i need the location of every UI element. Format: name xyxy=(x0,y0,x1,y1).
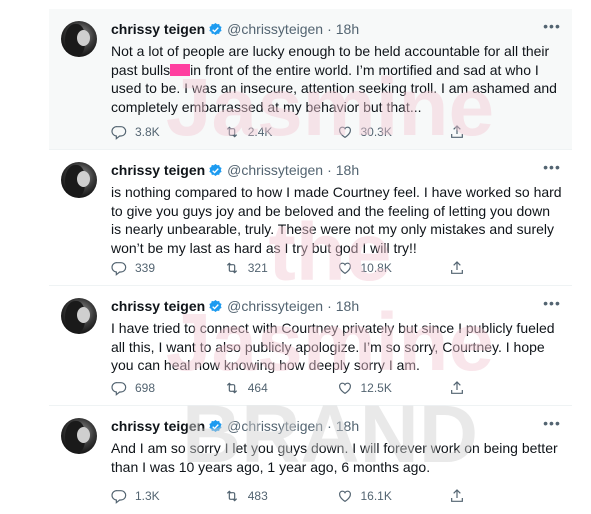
separator: · xyxy=(327,162,332,178)
share-icon xyxy=(451,489,464,502)
avatar[interactable] xyxy=(61,162,97,198)
tweet-time[interactable]: 18h xyxy=(336,418,359,434)
tweet-actions: 1.3K 483 16.1K xyxy=(111,486,562,506)
tweet-actions: 698 464 12.5K xyxy=(111,378,562,398)
reply-count: 339 xyxy=(135,261,156,275)
like-count: 10.8K xyxy=(360,261,392,275)
tweet-time[interactable]: 18h xyxy=(336,298,359,314)
like-button[interactable]: 12.5K xyxy=(337,380,450,396)
author-handle[interactable]: @chrissyteigen xyxy=(227,162,323,178)
reply-count: 698 xyxy=(135,381,156,395)
avatar[interactable] xyxy=(61,418,97,454)
author-handle[interactable]: @chrissyteigen xyxy=(227,298,323,314)
retweet-button[interactable]: 464 xyxy=(224,380,337,396)
author-name[interactable]: chrissy teigen xyxy=(111,418,205,434)
retweet-icon xyxy=(226,262,237,274)
like-count: 12.5K xyxy=(360,381,392,395)
avatar[interactable] xyxy=(61,21,97,57)
reply-button[interactable]: 1.3K xyxy=(111,488,224,504)
share-icon xyxy=(451,381,464,394)
reply-count: 1.3K xyxy=(135,489,160,503)
redaction-mark xyxy=(170,63,191,76)
tweet-text: is nothing compared to how I made Courtn… xyxy=(111,184,562,256)
tweet-time[interactable]: 18h xyxy=(336,21,359,37)
tweet-thread: chrissy teigen @chrissyteigen · 18h ••• … xyxy=(49,9,572,514)
reply-count: 3.8K xyxy=(135,125,160,139)
reply-icon xyxy=(111,126,127,140)
verified-icon xyxy=(209,419,222,432)
retweet-button[interactable]: 321 xyxy=(224,260,337,276)
tweet-text: And I am so sorry I let you guys down. I… xyxy=(111,440,558,475)
like-icon xyxy=(338,382,351,395)
like-icon xyxy=(338,126,351,139)
share-icon xyxy=(451,125,464,138)
retweet-button[interactable]: 483 xyxy=(224,488,337,504)
reply-button[interactable]: 3.8K xyxy=(111,124,224,140)
more-icon[interactable]: ••• xyxy=(542,160,562,180)
tweet[interactable]: chrissy teigen @chrissyteigen · 18h ••• … xyxy=(49,150,572,286)
separator: · xyxy=(327,21,332,37)
share-icon xyxy=(451,261,464,274)
like-count: 16.1K xyxy=(360,489,392,503)
verified-icon xyxy=(209,22,222,35)
more-icon[interactable]: ••• xyxy=(542,416,562,436)
tweet[interactable]: chrissy teigen @chrissyteigen · 18h ••• … xyxy=(49,406,572,514)
tweet-header: chrissy teigen @chrissyteigen · 18h ••• xyxy=(111,160,562,180)
reply-button[interactable]: 698 xyxy=(111,380,224,396)
author-handle[interactable]: @chrissyteigen xyxy=(227,418,323,434)
retweet-icon xyxy=(226,382,237,394)
like-button[interactable]: 30.3K xyxy=(337,124,450,140)
retweet-count: 321 xyxy=(247,261,268,275)
tweet-header: chrissy teigen @chrissyteigen · 18h ••• xyxy=(111,296,562,316)
verified-icon xyxy=(209,163,222,176)
like-count: 30.3K xyxy=(360,125,392,139)
tweet-actions: 339 321 10.8K xyxy=(111,258,562,278)
separator: · xyxy=(327,298,332,314)
tweet-time[interactable]: 18h xyxy=(336,162,359,178)
share-button[interactable] xyxy=(449,380,562,396)
retweet-count: 483 xyxy=(247,489,268,503)
avatar[interactable] xyxy=(61,298,97,334)
retweet-count: 464 xyxy=(247,381,268,395)
share-button[interactable] xyxy=(449,124,562,140)
like-button[interactable]: 16.1K xyxy=(337,488,450,504)
tweet[interactable]: chrissy teigen @chrissyteigen · 18h ••• … xyxy=(49,9,572,150)
tweet[interactable]: chrissy teigen @chrissyteigen · 18h ••• … xyxy=(49,286,572,406)
share-button[interactable] xyxy=(449,488,562,504)
tweet-header: chrissy teigen @chrissyteigen · 18h ••• xyxy=(111,416,562,436)
like-button[interactable]: 10.8K xyxy=(337,260,450,276)
tweet-text: Not a lot of people are lucky enough to … xyxy=(111,42,562,116)
retweet-icon xyxy=(226,490,237,502)
reply-icon xyxy=(111,262,127,276)
retweet-count: 2.4K xyxy=(247,125,273,139)
more-icon[interactable]: ••• xyxy=(542,296,562,316)
author-name[interactable]: chrissy teigen xyxy=(111,21,205,37)
like-icon xyxy=(338,490,351,503)
verified-icon xyxy=(209,299,222,312)
separator: · xyxy=(327,418,332,434)
retweet-icon xyxy=(226,126,237,138)
share-button[interactable] xyxy=(449,260,562,276)
retweet-button[interactable]: 2.4K xyxy=(224,124,337,140)
tweet-text: I have tried to connect with Courtney pr… xyxy=(111,320,555,373)
author-name[interactable]: chrissy teigen xyxy=(111,298,205,314)
tweet-actions: 3.8K 2.4K 30.3K xyxy=(111,122,562,142)
author-name[interactable]: chrissy teigen xyxy=(111,162,205,178)
tweet-header: chrissy teigen @chrissyteigen · 18h ••• xyxy=(111,19,562,39)
reply-icon xyxy=(111,382,127,396)
more-icon[interactable]: ••• xyxy=(542,19,562,39)
author-handle[interactable]: @chrissyteigen xyxy=(227,21,323,37)
reply-button[interactable]: 339 xyxy=(111,260,224,276)
reply-icon xyxy=(111,490,127,504)
like-icon xyxy=(338,262,351,275)
